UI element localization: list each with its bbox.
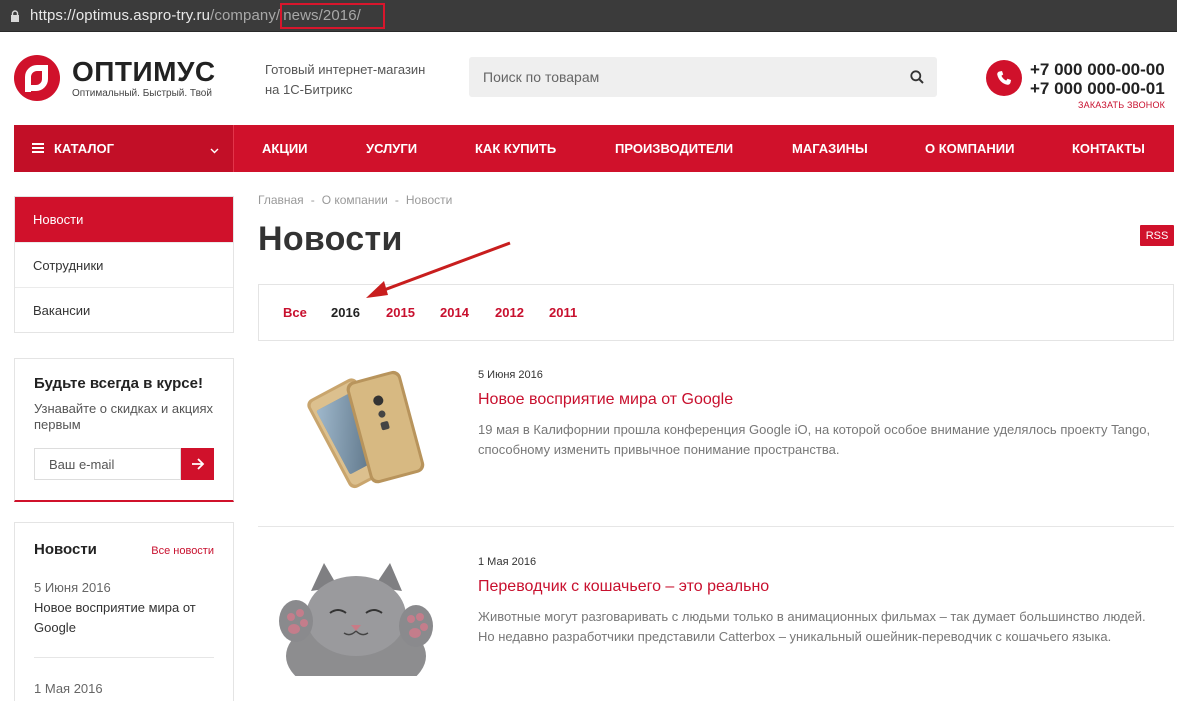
news-image-kitten[interactable] (266, 561, 456, 696)
year-filter-2011[interactable]: 2011 (549, 305, 577, 320)
year-filter-all[interactable]: Все (283, 305, 307, 320)
breadcrumb-home[interactable]: Главная (258, 193, 304, 207)
sidebar-news-link[interactable]: Новое восприятие мира от Google (34, 598, 214, 638)
search-icon[interactable] (897, 57, 937, 97)
phone-block: +7 000 000-00-00 +7 000 000-00-01 (986, 60, 1165, 98)
nav-item-promotions[interactable]: АКЦИИ (262, 141, 308, 156)
main-nav: КАТАЛОГ АКЦИИ УСЛУГИ КАК КУПИТЬ ПРОИЗВОД… (14, 125, 1174, 172)
news-item: 5 Июня 2016 Новое восприятие мира от Goo… (258, 369, 1174, 509)
chevron-down-icon (210, 142, 219, 157)
arrow-right-icon (191, 458, 204, 470)
list-item[interactable]: 1 Мая 2016 (34, 681, 214, 696)
rss-button[interactable]: RSS (1140, 225, 1174, 246)
breadcrumb-separator: - (394, 193, 399, 207)
phone-number-1[interactable]: +7 000 000-00-00 (1030, 60, 1165, 79)
sidebar-menu: Новости Сотрудники Вакансии (14, 196, 234, 333)
breadcrumb-current: Новости (405, 193, 453, 207)
subscribe-title: Будьте всегда в курсе! (34, 375, 203, 392)
nav-item-contacts[interactable]: КОНТАКТЫ (1072, 141, 1145, 156)
logo-name: ОПТИМУС (72, 55, 216, 87)
news-excerpt: 19 мая в Калифорнии прошла конференция G… (478, 422, 1151, 457)
url-path-highlighted: news/2016/ (280, 2, 385, 29)
nav-item-how-to-buy[interactable]: КАК КУПИТЬ (475, 141, 556, 156)
nav-catalog-label: КАТАЛОГ (54, 141, 114, 156)
subscribe-block: Будьте всегда в курсе! Узнавайте о скидк… (14, 358, 234, 502)
logo-slogan: Оптимальный. Быстрый. Твой (72, 87, 212, 99)
sidebar-item-staff[interactable]: Сотрудники (15, 242, 233, 287)
url-text: https://optimus.aspro-try.ru/company/new… (30, 2, 385, 29)
divider (34, 657, 214, 658)
sidebar-news-block: Новости Все новости 5 Июня 2016 Новое во… (14, 522, 234, 701)
callback-link[interactable]: ЗАКАЗАТЬ ЗВОНОК (1078, 100, 1165, 110)
subscribe-text: Узнавайте о скидках и акциях первым (34, 401, 214, 432)
breadcrumb-separator: - (310, 193, 315, 207)
all-news-link[interactable]: Все новости (151, 545, 214, 557)
news-excerpt: Животные могут разговаривать с людьми то… (478, 609, 1146, 644)
nav-item-about[interactable]: О КОМПАНИИ (925, 141, 1014, 156)
annotation-arrow-icon (366, 241, 511, 298)
subscribe-form (34, 448, 214, 480)
header-tagline: Готовый интернет-магазин на 1С-Битрикс (265, 60, 455, 100)
subscribe-button[interactable] (181, 448, 214, 480)
sidebar-news-date: 5 Июня 2016 (34, 580, 111, 595)
news-title-link[interactable]: Новое восприятие мира от Google (478, 391, 1158, 409)
divider (258, 526, 1174, 527)
tagline-line-2: на 1С-Битрикс (265, 82, 353, 97)
browser-address-bar[interactable]: https://optimus.aspro-try.ru/company/new… (0, 0, 1177, 32)
phone-icon (986, 60, 1022, 96)
news-title-link[interactable]: Переводчик с кошачьего – это реально (478, 578, 1158, 596)
breadcrumb-company[interactable]: О компании (322, 193, 388, 207)
url-host: https://optimus.aspro-try.ru (30, 7, 211, 24)
email-field[interactable] (34, 448, 181, 480)
nav-item-services[interactable]: УСЛУГИ (366, 141, 417, 156)
breadcrumb: Главная - О компании - Новости (258, 193, 452, 207)
news-date: 5 Июня 2016 (478, 369, 543, 381)
year-filter-2016[interactable]: 2016 (331, 305, 360, 320)
search-input[interactable] (469, 57, 897, 97)
nav-item-stores[interactable]: МАГАЗИНЫ (792, 141, 868, 156)
site-logo[interactable]: ОПТИМУС Оптимальный. Быстрый. Твой (14, 55, 216, 101)
phone-number-2[interactable]: +7 000 000-00-01 (1030, 79, 1165, 98)
lock-icon (0, 0, 30, 32)
nav-catalog-button[interactable]: КАТАЛОГ (14, 125, 234, 172)
list-item[interactable]: 5 Июня 2016 Новое восприятие мира от Goo… (34, 580, 214, 638)
sidebar-item-vacancies[interactable]: Вакансии (15, 287, 233, 332)
news-date: 1 Мая 2016 (478, 556, 537, 568)
url-path: /company/ (210, 7, 281, 24)
menu-icon (32, 141, 44, 156)
news-image-phone[interactable] (258, 369, 448, 494)
nav-item-manufacturers[interactable]: ПРОИЗВОДИТЕЛИ (615, 141, 733, 156)
year-filter-2012[interactable]: 2012 (495, 305, 524, 320)
sidebar-news-date: 1 Мая 2016 (34, 681, 103, 696)
logo-mark-icon (14, 55, 60, 101)
news-item: 1 Мая 2016 Переводчик с кошачьего – это … (258, 556, 1174, 701)
year-filter-2014[interactable]: 2014 (440, 305, 469, 320)
search-box (469, 57, 937, 97)
year-filter-2015[interactable]: 2015 (386, 305, 415, 320)
sidebar-item-news[interactable]: Новости (15, 197, 233, 242)
sidebar-news-title: Новости (34, 541, 97, 558)
tagline-line-1: Готовый интернет-магазин (265, 62, 426, 77)
